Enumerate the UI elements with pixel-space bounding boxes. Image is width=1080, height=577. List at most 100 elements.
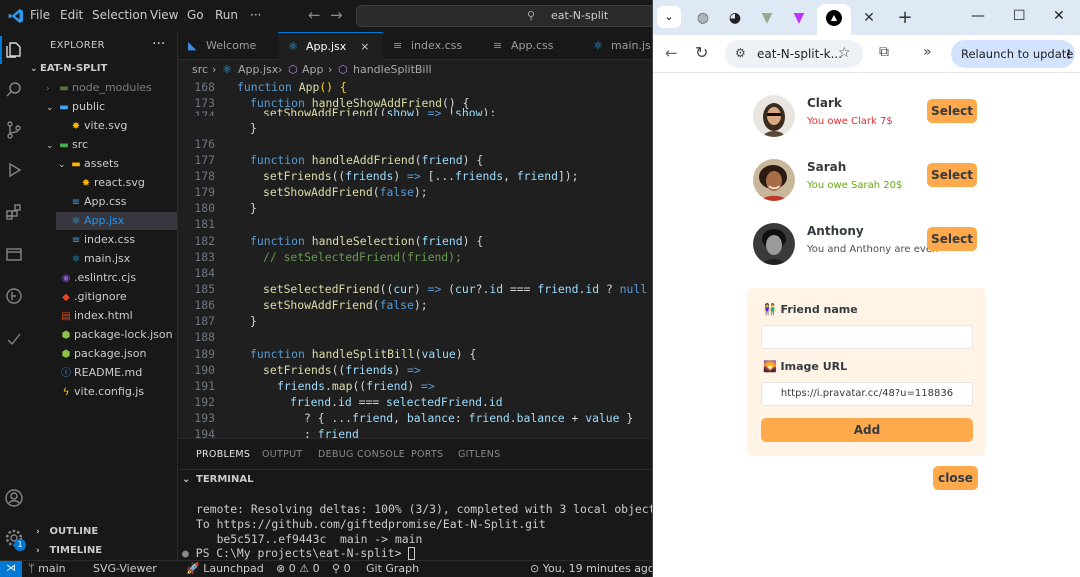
friend-name-input[interactable] (761, 325, 973, 349)
tab-main-js[interactable]: ⚛ main.js (583, 32, 652, 60)
address-bar[interactable]: ⚙ eat-N-split-k... ☆ (725, 40, 863, 68)
blame-status[interactable]: ⊙ You, 19 minutes ago (530, 562, 655, 575)
breadcrumb-function[interactable]: handleSplitBill (353, 63, 432, 76)
tree-item-active[interactable]: ⚛ App.jsx (56, 212, 177, 230)
close-tab-icon[interactable]: ✕ (853, 6, 885, 30)
outline-section[interactable]: › OUTLINE (36, 526, 98, 537)
git-graph-status[interactable]: Git Graph (366, 562, 419, 575)
tab-gitlens[interactable]: GITLENS (458, 449, 501, 460)
select-button[interactable]: Select (927, 163, 977, 187)
remote-explorer-icon[interactable] (4, 244, 24, 264)
account-icon[interactable] (4, 488, 24, 508)
tree-item[interactable]: ◉ .eslintrc.cjs (58, 269, 136, 287)
code-editor[interactable]: 168 function App() { 173 function handle… (178, 80, 652, 438)
tab-github-icon[interactable]: ◕ (719, 6, 751, 30)
tree-item[interactable]: ⌄ ▬ src (46, 136, 88, 154)
tab-vercel-active[interactable]: ▲ (817, 4, 851, 35)
testing-icon[interactable] (4, 328, 24, 348)
tree-item[interactable]: ✸ react.svg (78, 174, 145, 192)
tree-item[interactable]: ⚛ main.jsx (68, 250, 131, 268)
select-button[interactable]: Select (927, 227, 977, 251)
tab-ports[interactable]: PORTS (411, 449, 443, 460)
tab-welcome[interactable]: ◣ Welcome (178, 32, 278, 60)
gitlens-icon[interactable] (4, 286, 24, 306)
menu-more[interactable]: ··· (250, 8, 261, 22)
menu-edit[interactable]: Edit (60, 8, 83, 22)
site-info-icon[interactable]: ⚙ (735, 46, 746, 60)
terminal-header[interactable]: ⌄ TERMINAL (178, 469, 652, 489)
terminal-prompt-line[interactable]: ● PS C:\My projects\eat-N-split> (182, 546, 416, 560)
explorer-title: EXPLORER (50, 40, 105, 51)
chevron-down-icon: ⌄ (58, 160, 66, 170)
tree-item[interactable]: ⌄ ▬ public (46, 98, 105, 116)
settings-gear-icon[interactable]: 1 (4, 528, 26, 551)
tree-item[interactable]: ⌄ ▬ assets (58, 155, 119, 173)
vscode-logo-icon (8, 9, 23, 23)
tab-search-icon[interactable]: ⌄ (657, 6, 681, 28)
friend-balance: You and Anthony are even (807, 244, 939, 255)
remote-indicator-icon[interactable]: ⋊ (0, 561, 22, 577)
tab-vite-icon[interactable]: ▼ (751, 6, 783, 30)
extensions-puzzle-icon[interactable]: ⧉ (879, 44, 889, 60)
search-sidebar-icon[interactable] (4, 80, 24, 100)
explorer-icon[interactable] (4, 40, 24, 60)
bookmark-star-icon[interactable]: ☆ (838, 45, 851, 61)
tab-app-jsx[interactable]: ⚛ App.jsx × (278, 32, 383, 60)
svg-viewer-status[interactable]: SVG-Viewer (93, 562, 157, 575)
close-window-icon[interactable]: ✕ (1053, 8, 1065, 24)
minimize-icon[interactable]: — (971, 8, 985, 24)
tree-item[interactable]: ⬢ package-lock.json (58, 326, 173, 344)
tree-item[interactable]: ⬢ package.json (58, 345, 147, 363)
tab-vite-icon[interactable]: ▼ (783, 6, 815, 30)
tab-app-css[interactable]: ≡ App.css (483, 32, 583, 60)
forward-arrow-icon[interactable]: → (330, 6, 343, 24)
breadcrumb-src[interactable]: src (192, 63, 208, 76)
kebab-menu-icon[interactable]: ⋮ (1063, 40, 1075, 68)
menu-selection[interactable]: Selection (92, 8, 147, 22)
tree-item[interactable]: ▤ index.html (58, 307, 132, 325)
tab-problems[interactable]: PROBLEMS (196, 449, 250, 460)
branch-status[interactable]: ᛘ main (28, 562, 66, 575)
new-tab-icon[interactable]: + (889, 6, 921, 30)
tab-debug-console[interactable]: DEBUG CONSOLE (318, 449, 405, 460)
menu-run[interactable]: Run (215, 8, 238, 22)
add-button[interactable]: Add (761, 418, 973, 442)
maximize-icon[interactable]: ☐ (1013, 8, 1026, 24)
tree-item[interactable]: › ▬ node_modules (46, 79, 152, 97)
menu-go[interactable]: Go (187, 8, 204, 22)
extensions-icon[interactable] (4, 202, 24, 222)
breadcrumb-file[interactable]: App.jsx (238, 63, 278, 76)
tree-item[interactable]: ϟ vite.config.js (58, 383, 144, 401)
select-button[interactable]: Select (927, 99, 977, 123)
breadcrumb-symbol[interactable]: App (302, 63, 324, 76)
run-debug-icon[interactable] (4, 160, 24, 180)
menu-view[interactable]: View (150, 8, 178, 22)
tab-index-css[interactable]: ≡ index.css (383, 32, 483, 60)
tab-output[interactable]: OUTPUT (262, 449, 303, 460)
more-actions-icon[interactable]: ··· (152, 36, 165, 52)
relaunch-button[interactable]: Relaunch to update ⋮ (951, 40, 1075, 68)
warning-icon: ⚠ (299, 562, 310, 575)
js-file-icon: ϟ (62, 387, 70, 398)
tree-item[interactable]: ◆ .gitignore (58, 288, 127, 306)
chevron-double-right-icon[interactable]: » (923, 44, 932, 60)
problems-status[interactable]: ⊗ 0 ⚠ 0 (276, 562, 320, 575)
project-root[interactable]: ⌄ EAT-N-SPLIT (30, 60, 107, 78)
launchpad-status[interactable]: 🚀 Launchpad (186, 562, 264, 575)
close-button[interactable]: close (933, 466, 978, 490)
command-center-search[interactable]: ⚲ eat-N-split (356, 5, 656, 27)
close-tab-icon[interactable]: × (360, 40, 369, 53)
back-arrow-icon[interactable]: ← (665, 44, 678, 62)
menu-file[interactable]: File (30, 8, 50, 22)
reload-icon[interactable]: ↻ (695, 43, 708, 62)
tree-item[interactable]: ≡ App.css (68, 193, 127, 211)
tab-globe-icon[interactable]: ◍ (687, 6, 719, 30)
ports-status[interactable]: ⚲ 0 (332, 562, 351, 575)
source-control-icon[interactable] (4, 120, 24, 140)
image-url-input[interactable]: https://i.pravatar.cc/48?u=118836 (761, 382, 973, 406)
tree-item[interactable]: ✸ vite.svg (68, 117, 128, 135)
tree-item[interactable]: ≡ index.css (68, 231, 135, 249)
back-arrow-icon[interactable]: ← (308, 6, 321, 24)
timeline-section[interactable]: › TIMELINE (36, 545, 102, 556)
tree-item[interactable]: ⓘ README.md (58, 364, 142, 382)
